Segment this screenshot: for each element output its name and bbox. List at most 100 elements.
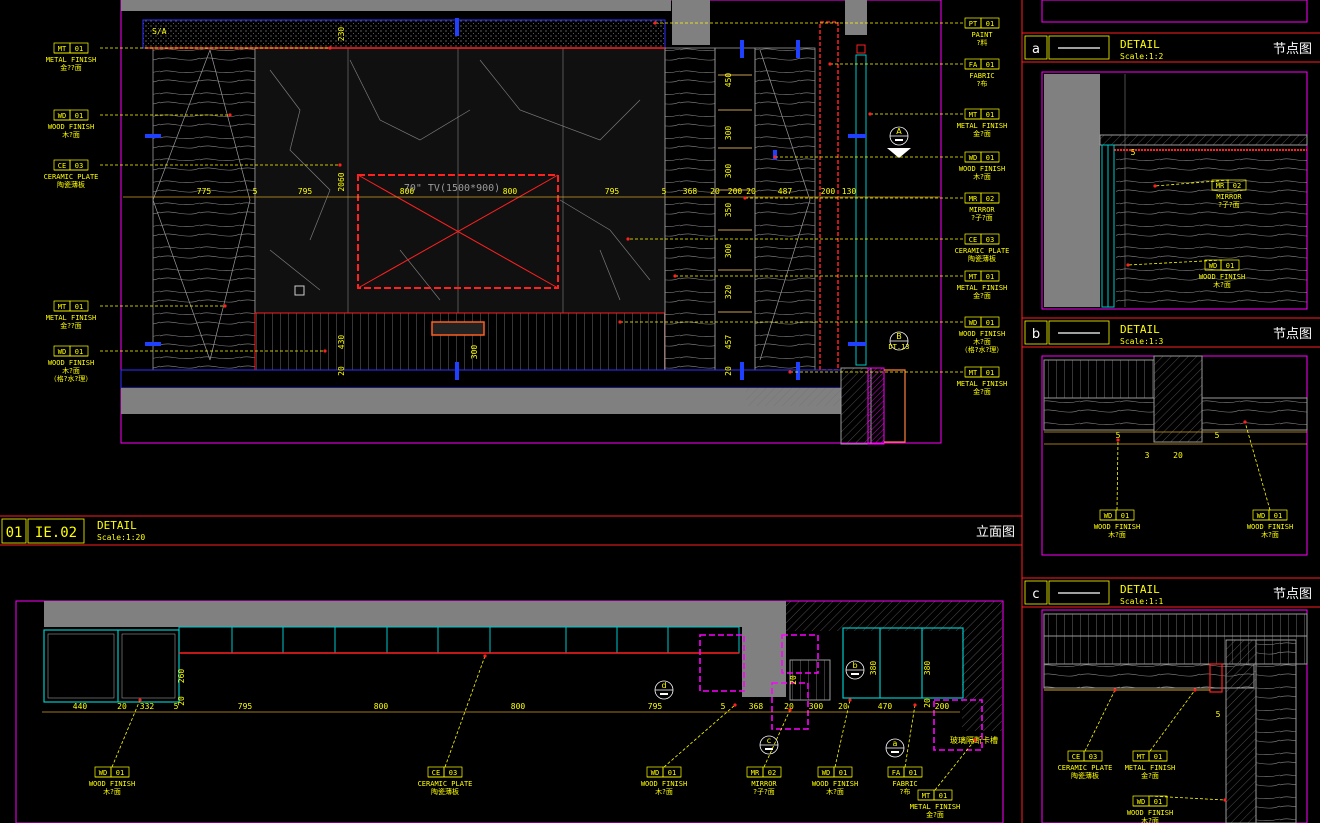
tag-code: FA	[969, 61, 978, 69]
dim-h-7: 368	[683, 187, 698, 196]
detail-a	[1041, 71, 1308, 310]
tag-line2: 陶瓷薄板	[431, 787, 459, 796]
tag-code: MT	[969, 369, 978, 377]
detail-title: DETAIL	[1120, 323, 1160, 336]
tag-code: MR	[1216, 182, 1225, 190]
tag-code: MT	[969, 273, 978, 281]
detail-c-tag-2: WD 01 WOOD FINISH木?面	[1127, 795, 1227, 823]
tag-line1: WOOD FINISH	[1247, 523, 1293, 531]
tag-line2: 木?面	[1141, 816, 1159, 823]
tag-number: 01	[75, 45, 83, 53]
detail-header-a: a DETAILScale:1:2 节点图	[1022, 32, 1320, 63]
tag-line2: ?布	[977, 79, 988, 88]
tag-line1: METAL FINISH	[1125, 764, 1176, 772]
tag-code: WD	[969, 319, 977, 327]
tag-number: 03	[986, 236, 994, 244]
tag-number: 01	[1274, 512, 1282, 520]
tag-number: 01	[75, 303, 83, 311]
tag-line2: ?布	[900, 787, 911, 796]
tag-line2: 木?面	[655, 787, 673, 796]
dim-inner-0: 300	[470, 345, 479, 360]
tag-line2: 木?面	[1261, 530, 1279, 539]
tag-line2: 金?面	[926, 810, 944, 819]
detail-scale: Scale:1:1	[1120, 597, 1164, 606]
plan-dim-v-2: 380	[869, 661, 878, 676]
tag-number: 01	[75, 348, 83, 356]
drawing-number: 01	[6, 525, 23, 541]
tag-line1: WOOD FINISH	[89, 780, 135, 788]
plan-dim-13: 470	[878, 702, 893, 711]
tag-line1: WOOD FINISH	[48, 123, 94, 131]
tag-line2: 木?面	[62, 366, 80, 375]
dim-h-13: 130	[842, 187, 857, 196]
tag-line2: 木?面	[1213, 280, 1231, 289]
tag-line1: METAL FINISH	[957, 380, 1008, 388]
sa-label: S/A	[152, 27, 167, 36]
cad-drawing-sheet: ABDT.13 775 5 795 800 800 795 5 368 20 200 20 487 20…	[0, 0, 1320, 823]
tag-code: MT	[58, 45, 67, 53]
plan-dim-7: 795	[648, 702, 663, 711]
detail-header-b: b DETAILScale:1:3 节点图	[1022, 317, 1320, 348]
tag-line2: 陶瓷薄板	[57, 180, 85, 189]
tag-line1: METAL FINISH	[957, 284, 1008, 292]
tag-line1: MIRROR	[751, 780, 777, 788]
drawing-ref: IE.02	[35, 525, 77, 541]
tag-line1: CERAMIC PLATE	[44, 173, 99, 181]
plan-material-tag-1: CE 03 CERAMIC PLATE陶瓷薄板	[418, 654, 487, 796]
tag-number: 01	[668, 769, 676, 777]
dim-h-6: 5	[662, 187, 667, 196]
detail-scale: Scale:1:3	[1120, 337, 1164, 346]
plan-dim-5: 800	[374, 702, 389, 711]
tag-line3: （格?水?理）	[50, 374, 92, 383]
tag-number: 03	[449, 769, 457, 777]
tag-code: WD	[58, 348, 66, 356]
tag-code: CE	[58, 162, 66, 170]
dim-shelf-3: 350	[724, 203, 733, 218]
title-bar-elevation: 01 IE.02 DETAIL Scale:1:20 立面图	[0, 515, 1022, 546]
plan-material-tag-5: FA 01 FABRIC?布	[887, 703, 923, 796]
tag-line1: MIRROR	[1216, 193, 1242, 201]
tag-code: PT	[969, 20, 978, 28]
tag-code: CE	[969, 236, 977, 244]
tag-line2: 木?面	[62, 130, 80, 139]
dim-v-2: 430	[337, 335, 346, 350]
tag-line2: 木?面	[103, 787, 121, 796]
detail-b-tag-1: WD 01 WOOD FINISH木?面	[1243, 420, 1293, 539]
dim-shelf-6: 457	[724, 335, 733, 350]
detail-header-c: c DETAILScale:1:1 节点图	[1022, 577, 1320, 608]
dim-h-10: 20	[746, 187, 756, 196]
tag-code: WD	[822, 769, 830, 777]
detail-bubble-b-label: b	[852, 661, 857, 670]
plan-view: 440 20 332 5 795 800 800 795 5 368 20 300 20 470 20026…	[15, 600, 1004, 823]
dim-shelf-0: 450	[724, 73, 733, 88]
detail-c-tag-1: MT 01 METAL FINISH金?面	[1125, 688, 1197, 780]
detail-b-dim-0: 5	[1116, 431, 1121, 440]
detail-b-dim-1: 3	[1145, 451, 1150, 460]
drawing-title: DETAIL	[97, 519, 137, 532]
drawing-cn-title: 立面图	[976, 525, 1015, 540]
plan-dim-11: 300	[809, 702, 824, 711]
tag-line2: ?子?面	[1218, 201, 1239, 209]
tag-code: WD	[1137, 798, 1145, 806]
tag-line1: WOOD FINISH	[1127, 809, 1173, 817]
tag-code: MR	[751, 769, 760, 777]
detail-c-dim-0: 5	[1216, 710, 1221, 719]
tag-number: 01	[986, 273, 994, 281]
detail-title: DETAIL	[1120, 583, 1160, 596]
plan-material-tag-3: MR 02 MIRROR?子?面	[746, 708, 792, 796]
dim-h-4: 800	[503, 187, 518, 196]
dim-h-0: 775	[197, 187, 212, 196]
tag-line1: METAL FINISH	[46, 314, 97, 322]
tag-line1: WOOD FINISH	[812, 780, 858, 788]
tag-line2: ?子?面	[753, 788, 774, 796]
tag-line2: 金?面	[1141, 771, 1159, 780]
tag-line1: WOOD FINISH	[641, 780, 687, 788]
tag-line2: ?子?面	[971, 214, 992, 222]
section-marker-a-label: A	[896, 127, 902, 136]
tag-code: MT	[969, 111, 978, 119]
tag-number: 02	[1233, 182, 1241, 190]
tv-label: 70" TV(1500*900)	[404, 183, 500, 194]
dim-shelf-4: 300	[724, 244, 733, 259]
tag-code: WD	[99, 769, 107, 777]
tag-line1: CERAMIC PLATE	[1058, 764, 1113, 772]
